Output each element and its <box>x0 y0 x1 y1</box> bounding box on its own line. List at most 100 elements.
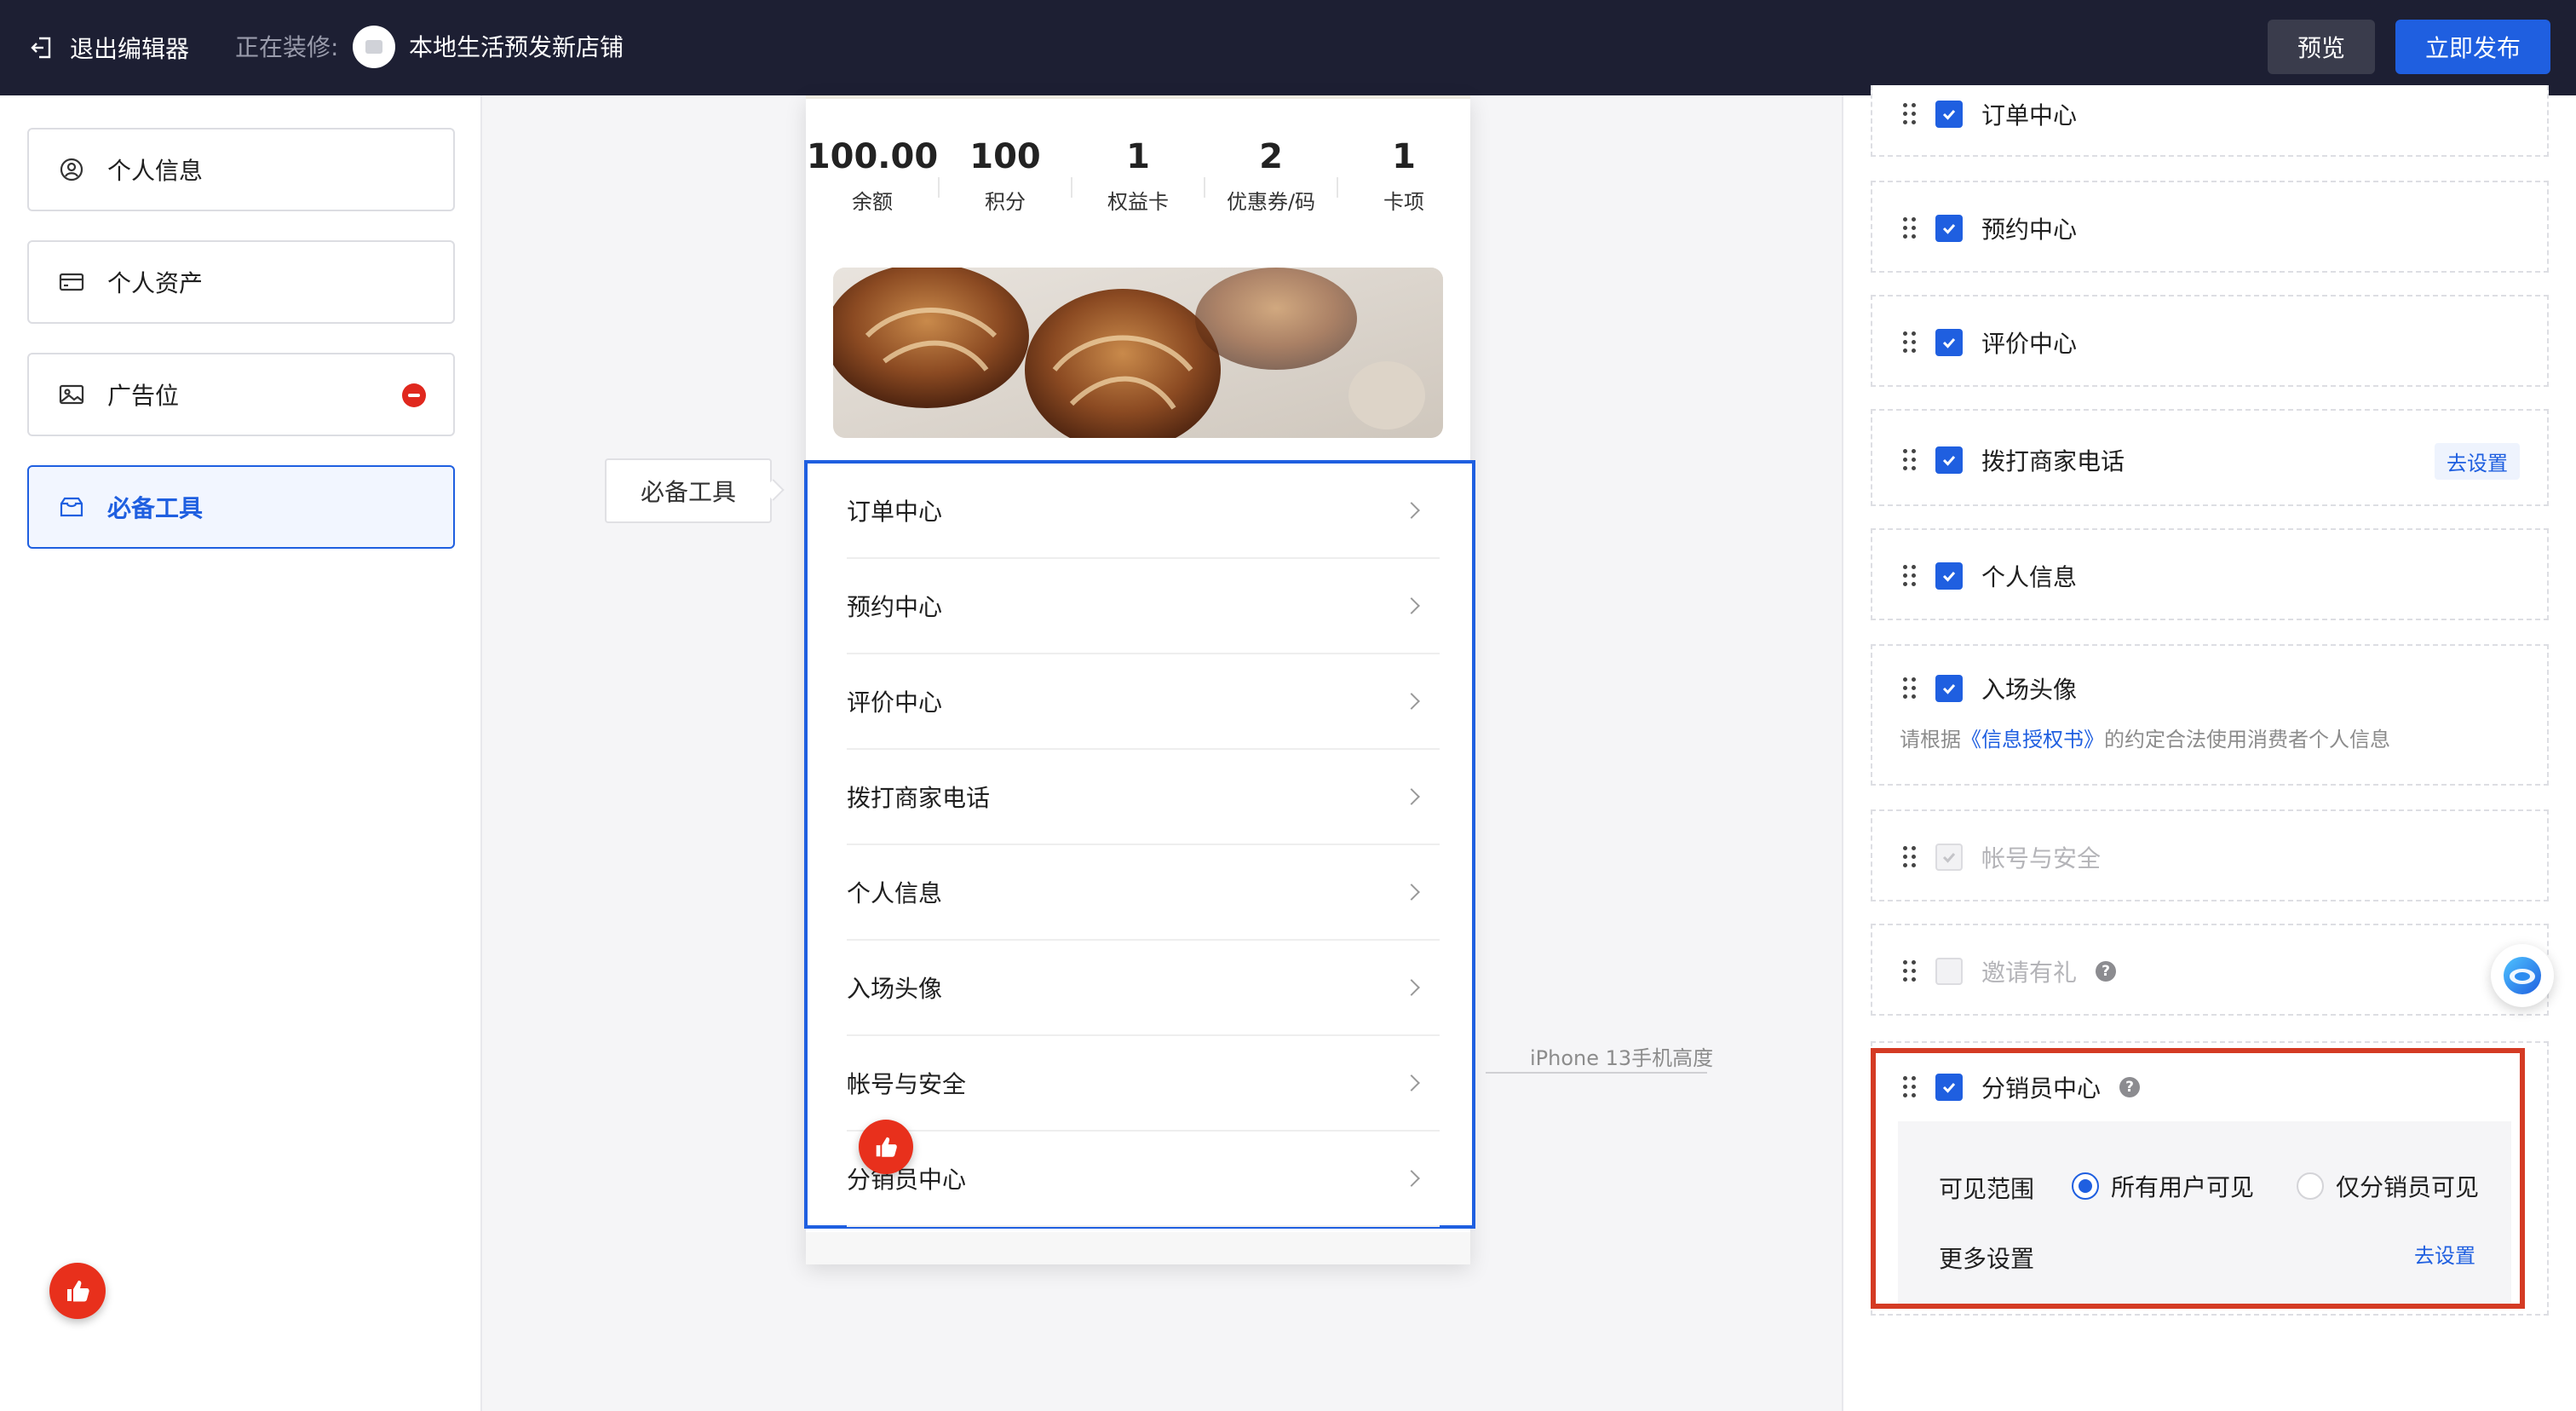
setting-row-label: 入场头像 <box>1981 676 2078 704</box>
stat-value: 1 <box>1392 137 1416 176</box>
menu-row-booking-center[interactable]: 预约中心 <box>847 559 1440 654</box>
setting-row-label: 订单中心 <box>1981 101 2078 130</box>
setting-row-personal-info: 个人信息 <box>1871 528 2549 620</box>
iphone-height-label: iPhone 13手机高度 <box>1530 1046 1714 1070</box>
exit-icon <box>31 37 51 59</box>
stat-coupons[interactable]: 2 优惠券/码 <box>1205 136 1337 216</box>
stat-value: 100.00 <box>806 137 939 176</box>
setting-row-label: 邀请有礼 <box>1981 959 2078 987</box>
component-item-label: 广告位 <box>107 382 180 410</box>
component-item-personal-assets[interactable]: 个人资产 <box>27 240 455 324</box>
assistant-icon[interactable] <box>2491 944 2554 1007</box>
menu-row-account-security[interactable]: 帐号与安全 <box>847 1036 1440 1132</box>
setting-row-booking-center: 预约中心 <box>1871 181 2549 273</box>
user-circle-icon <box>60 158 83 181</box>
menu-row-label: 拨打商家电话 <box>847 784 991 812</box>
chevron-right-icon <box>1403 502 1420 519</box>
drag-handle-icon[interactable] <box>1903 331 1917 354</box>
phone-footer <box>806 1232 1470 1264</box>
setting-row-order-center: 订单中心 <box>1871 85 2549 157</box>
stat-label: 优惠券/码 <box>1226 190 1316 214</box>
drag-handle-icon[interactable] <box>1903 217 1917 239</box>
component-item-personal-info[interactable]: 个人信息 <box>27 128 455 211</box>
drag-handle-icon[interactable] <box>1903 103 1917 125</box>
remove-icon[interactable] <box>402 383 426 407</box>
stat-points[interactable]: 100 积分 <box>939 136 1072 216</box>
publish-button[interactable]: 立即发布 <box>2395 20 2550 74</box>
checkbox-checked-icon[interactable] <box>1935 675 1963 702</box>
drag-handle-icon[interactable] <box>1903 565 1917 587</box>
stat-card-items[interactable]: 1 卡项 <box>1337 136 1470 216</box>
setting-row-label: 预约中心 <box>1981 216 2078 244</box>
preview-button[interactable]: 预览 <box>2268 20 2375 74</box>
menu-row-label: 帐号与安全 <box>847 1070 967 1098</box>
exit-editor-button[interactable]: 退出编辑器 <box>29 29 189 66</box>
checkbox-checked-icon[interactable] <box>1935 215 1963 242</box>
drag-handle-icon[interactable] <box>1903 846 1917 868</box>
drag-handle-icon[interactable] <box>1903 449 1917 471</box>
stat-label: 权益卡 <box>1107 190 1169 214</box>
auth-note-prefix: 请根据 <box>1900 728 1961 752</box>
exit-editor-label: 退出编辑器 <box>70 35 190 63</box>
component-item-label: 个人资产 <box>107 269 204 297</box>
setting-row-review-center: 评价中心 <box>1871 295 2549 387</box>
menu-row-order-center[interactable]: 订单中心 <box>847 464 1440 559</box>
component-item-essential-tools[interactable]: 必备工具 <box>27 465 455 549</box>
thumbs-up-icon[interactable] <box>49 1263 106 1319</box>
checkbox-checked-icon[interactable] <box>1935 562 1963 590</box>
chevron-right-icon <box>1403 597 1420 614</box>
stat-label: 卡项 <box>1383 190 1424 214</box>
chevron-right-icon <box>1403 979 1420 996</box>
stat-value: 2 <box>1259 137 1283 176</box>
toolbox-icon <box>60 497 83 517</box>
menu-row-label: 预约中心 <box>847 593 943 621</box>
thumbs-up-icon[interactable] <box>859 1120 913 1174</box>
iphone-height-line <box>1486 1072 1707 1074</box>
ad-banner-image[interactable] <box>833 268 1443 438</box>
checkbox-checked-icon[interactable] <box>1935 446 1963 474</box>
chevron-right-icon <box>1403 1170 1420 1187</box>
stat-balance[interactable]: 100.00 余额 <box>806 136 939 216</box>
shop-name: 本地生活预发新店铺 <box>409 33 624 61</box>
component-list-panel: 个人信息 个人资产 广告位 必备工具 <box>0 95 482 1411</box>
setting-row-label: 个人信息 <box>1981 563 2078 591</box>
essential-tools-block[interactable]: 订单中心 预约中心 评价中心 拨打商家电话 个人信息 入场头像 帐号与安全 分销… <box>804 460 1475 1229</box>
help-icon[interactable]: ? <box>2096 961 2117 982</box>
component-item-ad-slot[interactable]: 广告位 <box>27 353 455 436</box>
block-tag: 必备工具 <box>605 458 772 523</box>
component-item-label: 必备工具 <box>107 494 204 522</box>
checkbox-checked-icon[interactable] <box>1935 329 1963 356</box>
menu-row-entry-avatar[interactable]: 入场头像 <box>847 941 1440 1036</box>
menu-row-label: 订单中心 <box>847 498 943 526</box>
menu-row-call-merchant[interactable]: 拨打商家电话 <box>847 750 1440 845</box>
checkbox-checked-icon[interactable] <box>1935 101 1963 128</box>
drag-handle-icon[interactable] <box>1903 677 1917 700</box>
card-icon <box>59 273 84 291</box>
setting-row-label: 评价中心 <box>1981 330 2078 358</box>
highlight-box <box>1871 1048 2525 1309</box>
menu-row-label: 个人信息 <box>847 879 943 907</box>
chevron-right-icon <box>1403 693 1420 710</box>
setting-row-invite-gift: 邀请有礼 ? <box>1871 924 2549 1016</box>
stat-value: 1 <box>1126 137 1150 176</box>
menu-row-label: 评价中心 <box>847 688 943 717</box>
menu-row-personal-info[interactable]: 个人信息 <box>847 845 1440 941</box>
menu-row-review-center[interactable]: 评价中心 <box>847 654 1440 750</box>
drag-handle-icon[interactable] <box>1903 960 1917 982</box>
shop-logo <box>353 26 395 68</box>
checkbox-disabled-checked-icon <box>1935 844 1963 871</box>
checkbox-disabled-unchecked-icon <box>1935 958 1963 985</box>
setting-row-label: 拨打商家电话 <box>1981 447 2125 475</box>
editing-label: 正在装修: <box>235 33 339 61</box>
call-merchant-settings-link[interactable]: 去设置 <box>2435 443 2520 480</box>
authorization-doc-link[interactable]: 《信息授权书》 <box>1961 728 2104 752</box>
authorization-note: 请根据《信息授权书》的约定合法使用消费者个人信息 <box>1900 723 2390 752</box>
chevron-right-icon <box>1403 884 1420 901</box>
stat-benefit-card[interactable]: 1 权益卡 <box>1072 136 1205 216</box>
component-item-label: 个人信息 <box>107 157 204 185</box>
auth-note-suffix: 的约定合法使用消费者个人信息 <box>2104 728 2390 752</box>
image-icon <box>59 384 84 405</box>
stat-value: 100 <box>969 137 1041 176</box>
setting-row-call-merchant: 拨打商家电话 去设置 <box>1871 409 2549 506</box>
menu-row-distributor-center[interactable]: 分销员中心 <box>847 1132 1440 1227</box>
